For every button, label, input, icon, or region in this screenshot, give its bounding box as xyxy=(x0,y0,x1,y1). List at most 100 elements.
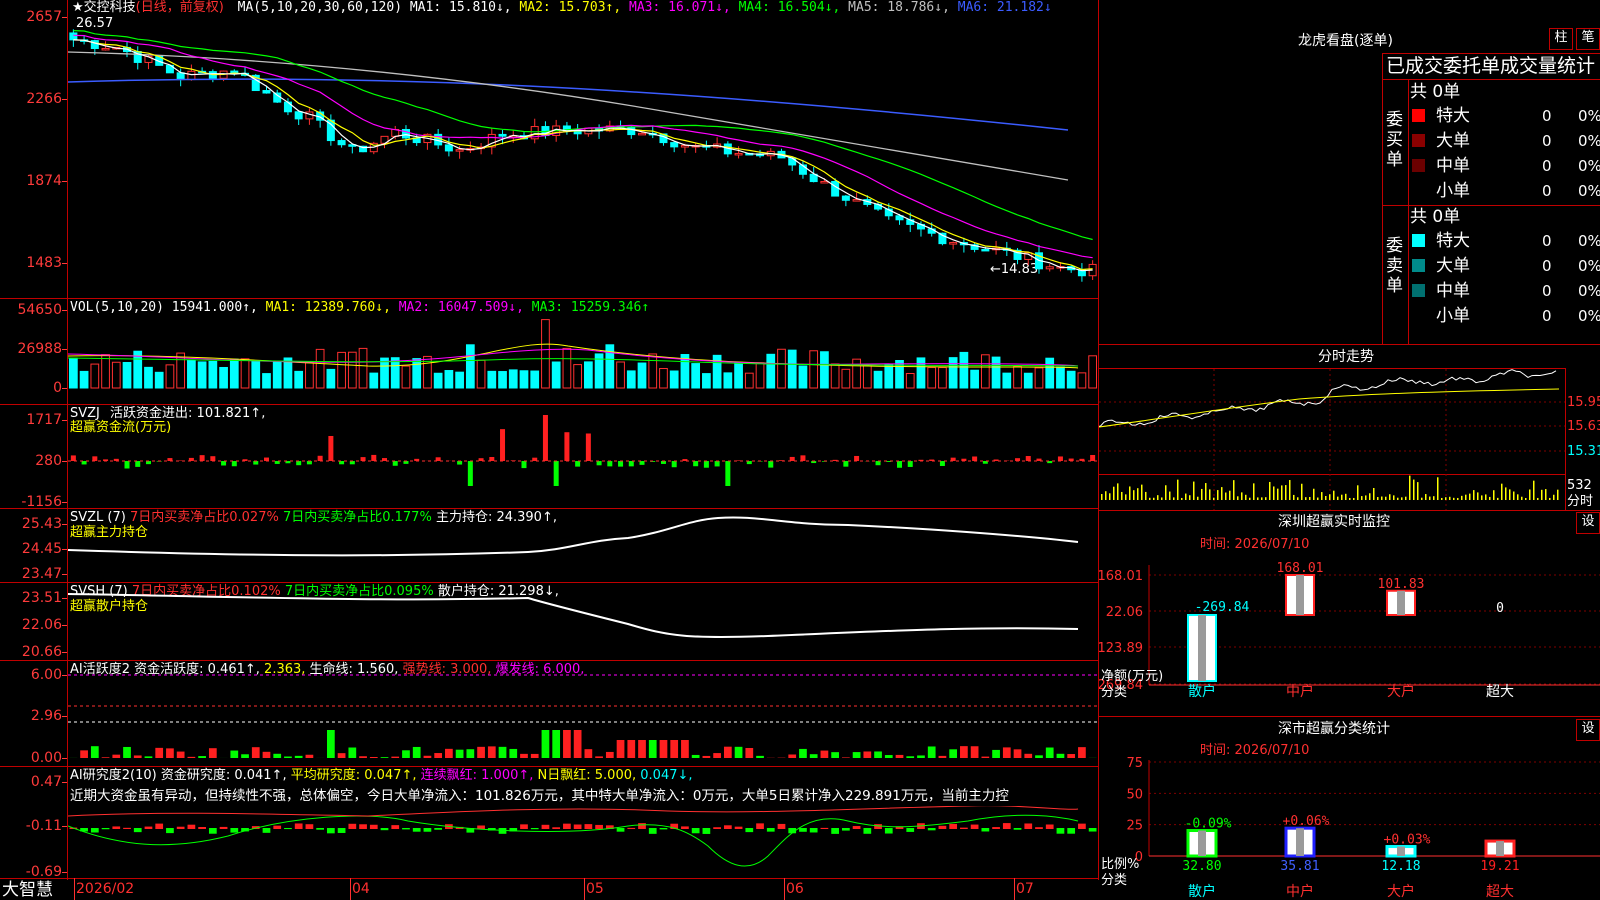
ma5-line xyxy=(68,51,1069,181)
research-bar xyxy=(434,828,443,830)
activity-bar xyxy=(391,756,400,758)
ai2-note: 近期大资金虽有异动，但持续性不强，总体偏空，今日大单净流入：101.826万元，… xyxy=(70,788,1009,804)
intraday-vol-bar xyxy=(1269,481,1271,500)
activity-bar xyxy=(927,746,936,758)
date-tick xyxy=(74,878,75,900)
candle xyxy=(1045,266,1054,270)
divider xyxy=(0,878,1098,879)
buy-side-label: 委买单 xyxy=(1386,110,1403,170)
vol-ma-value-1: MA1: 12389.760↓, xyxy=(265,300,391,315)
axis-label: 24.45 xyxy=(21,541,62,557)
research-bar xyxy=(123,827,131,829)
activity-bar xyxy=(434,753,443,758)
capital-flow-chart[interactable] xyxy=(68,406,1098,508)
ma6-line xyxy=(68,78,1069,131)
volume-bar xyxy=(841,368,851,389)
intraday-vol-bar xyxy=(1277,488,1279,500)
activity-chart[interactable] xyxy=(68,662,1098,766)
research-bar xyxy=(166,828,174,834)
order-color-swatch xyxy=(1412,184,1425,197)
retail-holding-chart[interactable] xyxy=(68,584,1098,660)
volume-bar xyxy=(1034,367,1044,389)
axis-label: 0 xyxy=(53,380,62,396)
axis-label: -1156 xyxy=(21,494,62,510)
brand-logo[interactable]: 大智慧 xyxy=(2,881,53,900)
activity-bar xyxy=(112,754,121,758)
ai2-header: AI研究度2(10) 资金研究度: 0.041↑, 平均研究度: 0.047↑,… xyxy=(70,768,693,784)
flow-bar xyxy=(457,461,463,465)
axis-tick xyxy=(62,758,67,759)
flow-bar xyxy=(231,461,237,467)
volume-bar xyxy=(347,351,357,389)
classify-axis-label: 75 xyxy=(1126,756,1143,771)
intraday-vol-bar xyxy=(1317,497,1319,500)
flow-bar xyxy=(371,454,377,461)
intraday-vol-bar xyxy=(1361,496,1363,500)
intraday-vol-bar xyxy=(1325,496,1327,500)
candle xyxy=(273,92,282,103)
research-bar xyxy=(294,823,303,829)
intraday-vol-bar xyxy=(1169,491,1171,500)
research-bar xyxy=(391,825,400,829)
activity-bar xyxy=(1067,754,1076,758)
activity-bar xyxy=(960,746,968,758)
chart-mode[interactable]: (日线，前复权) xyxy=(136,0,224,15)
intraday-vol-bar xyxy=(1485,494,1487,500)
flow-bar xyxy=(800,455,806,461)
volume-chart[interactable] xyxy=(68,316,1098,404)
intraday-vol-bar xyxy=(1293,494,1295,500)
candle xyxy=(788,157,797,166)
research-bar xyxy=(208,828,217,834)
volume-bar xyxy=(1023,372,1033,389)
classify-settings-button[interactable]: 设 xyxy=(1576,719,1600,741)
volume-bar xyxy=(401,365,411,389)
classify-chart[interactable]: 7550250-0.09%32.80+0.06%35.81+0.03%12.18… xyxy=(1099,756,1600,900)
axis-label: 2266 xyxy=(26,91,62,107)
research-chart[interactable] xyxy=(68,806,1098,878)
tick-mode-button[interactable]: 笔 xyxy=(1576,28,1600,50)
activity-bar xyxy=(455,749,464,758)
intraday-vol-bar xyxy=(1393,495,1395,500)
axis-label: 23.47 xyxy=(21,566,62,582)
intraday-vol-bar xyxy=(1197,496,1199,500)
activity-bar xyxy=(327,730,335,758)
axis-tick xyxy=(62,99,67,100)
intraday-vol-bar xyxy=(1333,490,1335,500)
monitor-settings-button[interactable]: 设 xyxy=(1576,512,1600,534)
favorite-star-icon[interactable]: ★ xyxy=(72,0,84,15)
intraday-vol-bar xyxy=(1537,497,1539,500)
monitor-value-label: 168.01 xyxy=(1277,561,1324,576)
order-count: 0 xyxy=(1542,132,1552,150)
research-line xyxy=(68,814,1079,867)
intraday-vol-bar xyxy=(1473,490,1475,500)
dragon-subtitle: 已成交委托单成交量统计 xyxy=(1386,55,1596,77)
bar-mode-button[interactable]: 柱 xyxy=(1549,28,1573,50)
candlestick-chart[interactable] xyxy=(68,17,1098,298)
classify-bar-shade xyxy=(1296,828,1304,856)
axis-tick xyxy=(62,782,67,783)
flow-bar xyxy=(92,456,98,461)
activity-bar xyxy=(477,746,485,758)
monitor-chart[interactable]: 168.0122.06-123.89-269.84-269.84168.0110… xyxy=(1099,555,1600,715)
volume-bar xyxy=(380,357,389,389)
volume-bar xyxy=(734,361,743,389)
intraday-vol-bar xyxy=(1285,485,1287,500)
activity-bar xyxy=(466,749,475,758)
monitor-category: 超大 xyxy=(1486,684,1514,700)
order-type-label: 小单 xyxy=(1436,181,1470,201)
price-header: ★交控科技(日线，前复权) MA(5,10,20,30,60,120) MA1:… xyxy=(72,0,1052,16)
order-count: 0 xyxy=(1542,107,1552,125)
stock-chart-app: ★交控科技(日线，前复权) MA(5,10,20,30,60,120) MA1:… xyxy=(0,0,1600,900)
flow-bar xyxy=(789,456,795,461)
activity-bar xyxy=(874,751,882,758)
candle xyxy=(831,180,840,197)
activity-bar xyxy=(863,751,872,758)
intraday-chart[interactable] xyxy=(1099,369,1565,510)
volume-bar xyxy=(69,357,78,389)
activity-bar xyxy=(1078,747,1086,758)
monitor-category: 中户 xyxy=(1286,683,1314,700)
research-bar xyxy=(1002,823,1011,829)
volume-bar xyxy=(465,344,475,389)
main-holding-chart[interactable] xyxy=(68,510,1098,582)
axis-label: 280 xyxy=(35,453,62,469)
